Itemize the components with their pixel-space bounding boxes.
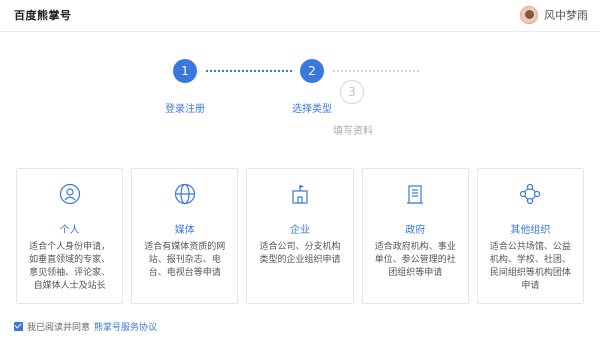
network-icon: [520, 183, 541, 205]
card-media[interactable]: 媒体 适合有媒体资质的网站、报刊杂志、电台、电视台等申请: [131, 168, 239, 304]
step-1-label: 登录注册: [165, 104, 205, 115]
account-type-cards: 个人 适合个人身份申请，如垂直领域的专家、意见领袖、评论家、自媒体人士及站长 媒…: [16, 168, 585, 304]
agreement-row: 我已阅读并同意 熊掌号服务协议: [14, 320, 157, 333]
step-connector-2: [333, 70, 419, 72]
card-government[interactable]: 政府 适合政府机构、事业单位、参公管理的社团组织等申请: [361, 168, 469, 304]
government-icon: [407, 185, 424, 204]
step-connector-1: [206, 70, 292, 72]
card-title: 个人: [59, 225, 80, 236]
user-menu[interactable]: 风中梦雨: [520, 6, 588, 24]
step-1-circle: 1: [173, 59, 197, 83]
card-description: 适合公司、分支机构类型的企业组织申请: [259, 242, 341, 265]
card-title: 政府: [405, 225, 426, 236]
step-2-label: 选择类型: [292, 104, 332, 115]
top-header: 百度熊掌号 风中梦雨: [0, 0, 600, 32]
card-title: 企业: [290, 225, 310, 236]
card-title: 媒体: [174, 225, 195, 236]
globe-icon: [174, 183, 195, 205]
step-3-circle: 3: [340, 80, 364, 104]
step-3-label: 填写资料: [333, 126, 373, 137]
avatar[interactable]: [520, 6, 538, 24]
username[interactable]: 风中梦雨: [544, 7, 588, 23]
card-description: 适合政府机构、事业单位、参公管理的社团组织等申请: [374, 242, 456, 278]
card-enterprise[interactable]: 企业 适合公司、分支机构类型的企业组织申请: [246, 168, 354, 304]
agreement-checkbox[interactable]: [14, 322, 23, 331]
card-description: 适合个人身份申请，如垂直领域的专家、意见领袖、评论家、自媒体人士及站长: [29, 242, 111, 291]
agreement-link[interactable]: 熊掌号服务协议: [94, 320, 157, 333]
step-2-circle: 2: [300, 59, 324, 83]
user-icon: [59, 183, 80, 205]
card-description: 适合有媒体资质的网站、报刊杂志、电台、电视台等申请: [144, 242, 226, 278]
card-other-organization[interactable]: 其他组织 适合公共场馆、公益机构、学校、社团、民间组织等机构团体申请: [476, 168, 585, 304]
enterprise-icon: [292, 185, 308, 204]
brand-logo[interactable]: 百度熊掌号: [14, 7, 72, 23]
card-personal[interactable]: 个人 适合个人身份申请，如垂直领域的专家、意见领袖、评论家、自媒体人士及站长: [16, 168, 124, 304]
progress-steps: 1 2 3 登录注册 选择类型 填写资料: [0, 56, 600, 146]
card-title: 其他组织: [510, 225, 551, 236]
card-description: 适合公共场馆、公益机构、学校、社团、民间组织等机构团体申请: [489, 242, 571, 291]
agreement-text: 我已阅读并同意: [27, 323, 91, 333]
